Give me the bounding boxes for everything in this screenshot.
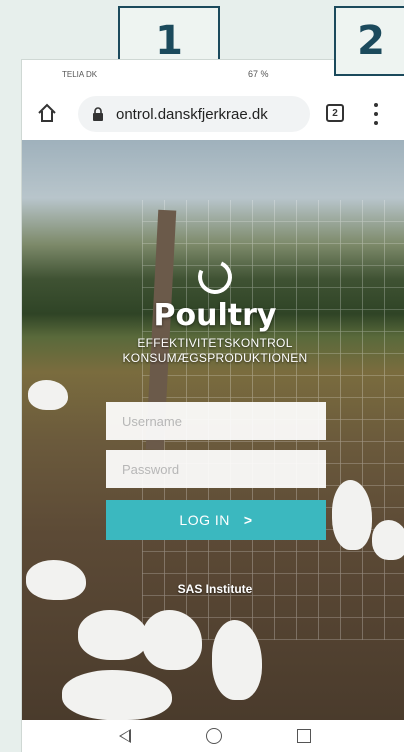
hen-image	[78, 610, 148, 660]
hen-image	[62, 670, 172, 720]
home-icon[interactable]	[36, 102, 58, 124]
lock-icon	[93, 107, 103, 121]
username-input[interactable]	[106, 402, 326, 440]
footer-brand: SAS Institute	[177, 582, 253, 596]
carrier-label: TELIA DK	[62, 70, 98, 79]
overflow-menu-icon[interactable]	[372, 100, 380, 128]
brand-title: Poultry	[153, 298, 277, 333]
browser-toolbar: ontrol.danskfjerkrae.dk 2	[22, 88, 404, 141]
login-label: LOG IN	[179, 512, 230, 528]
android-nav-bar	[22, 720, 404, 752]
back-icon[interactable]	[119, 729, 132, 743]
chevron-right-icon: >	[243, 512, 253, 528]
url-text: ontrol.danskfjerkrae.dk	[116, 105, 268, 123]
home-circle-icon[interactable]	[205, 728, 222, 744]
phone-screen: TELIA DK 67 % ontrol.danskfjerkrae.dk 2 …	[22, 60, 404, 752]
address-bar[interactable]: ontrol.danskfjerkrae.dk	[78, 96, 310, 132]
callout-2: 2	[334, 6, 404, 76]
login-background: Poultry EFFEKTIVITETSKONTROL KONSUMÆGSPR…	[22, 140, 404, 720]
password-input[interactable]	[106, 450, 326, 488]
hen-image	[28, 380, 68, 410]
battery-label: 67 %	[248, 69, 269, 79]
subtitle-line2: KONSUMÆGSPRODUKTIONEN	[122, 351, 308, 365]
subtitle-line1: EFFEKTIVITETSKONTROL	[137, 336, 293, 350]
hen-image	[372, 520, 404, 560]
tabs-count-button[interactable]: 2	[326, 104, 344, 122]
login-button[interactable]: LOG IN >	[106, 500, 326, 540]
recent-apps-icon[interactable]	[296, 729, 311, 743]
